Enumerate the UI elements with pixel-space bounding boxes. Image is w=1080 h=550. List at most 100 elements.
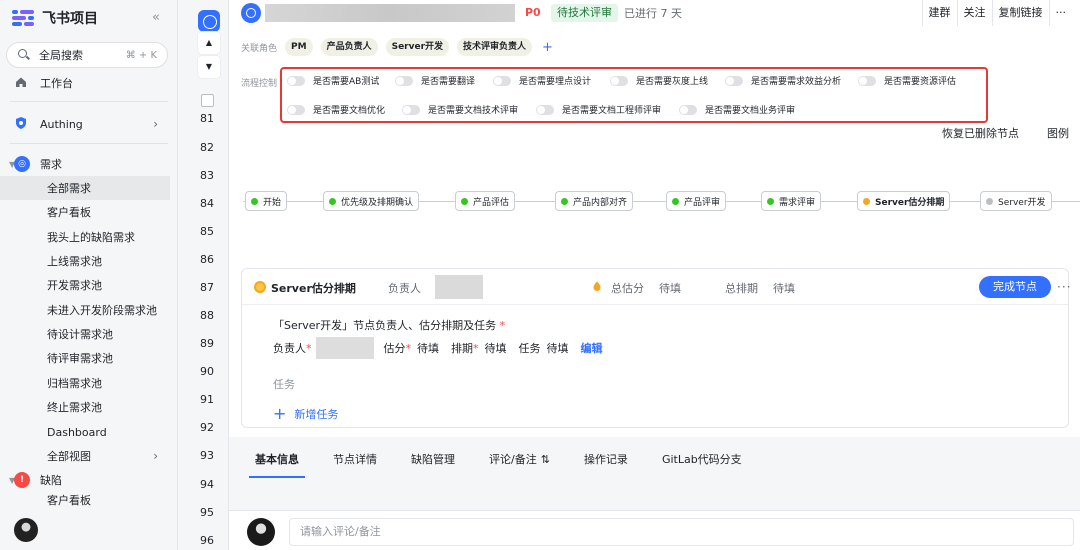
task-type-icon[interactable]: [198, 10, 220, 32]
scroll-up-icon[interactable]: ▲: [198, 32, 220, 54]
nav-group-bugs[interactable]: ▼ ! 缺陷: [0, 468, 170, 492]
tab-bug-management[interactable]: 缺陷管理: [405, 443, 461, 477]
status-badge[interactable]: 待技术评审: [551, 4, 618, 22]
row-number: 91: [200, 393, 214, 406]
search-icon: [17, 48, 31, 62]
nav-workbench[interactable]: 工作台: [0, 71, 170, 95]
toggle-label: 是否需要文档优化: [313, 106, 386, 116]
toggle-tracking-design[interactable]: 是否需要埋点设计: [493, 74, 591, 87]
required-mark: *: [473, 341, 479, 355]
nav-req-item[interactable]: 全部视图 ›: [0, 444, 170, 468]
comment-input[interactable]: 请输入评论/备注: [289, 518, 1074, 546]
toggle-switch[interactable]: [395, 75, 413, 86]
task-type-icon: [241, 3, 261, 23]
global-search[interactable]: 全局搜索 ⌘ + K: [6, 42, 168, 68]
field-schedule-value[interactable]: 待填: [485, 340, 507, 356]
pipeline-node[interactable]: 需求评审: [761, 191, 822, 211]
tab-activity-log[interactable]: 操作记录: [578, 443, 634, 477]
nav-req-item[interactable]: 开发需求池: [0, 273, 170, 297]
toggle-doc-engineer-review[interactable]: 是否需要文档工程师评审: [536, 103, 661, 116]
copy-link-button[interactable]: 复制链接: [993, 0, 1050, 26]
toggle-switch[interactable]: [610, 75, 628, 86]
toggle-benefit-analysis[interactable]: 是否需要需求效益分析: [725, 74, 841, 87]
owner-redacted[interactable]: [435, 275, 483, 299]
nav-req-item[interactable]: 待评审需求池: [0, 346, 170, 370]
nav-bug-item[interactable]: 客户看板: [0, 492, 170, 506]
pipeline-node[interactable]: Server开发: [980, 191, 1052, 211]
nav-group-requirements[interactable]: ▼ ◎ 需求: [0, 152, 170, 176]
nav-req-item[interactable]: Dashboard: [0, 420, 170, 444]
row-number: 86: [200, 253, 214, 266]
toggle-doc-tech-review[interactable]: 是否需要文档技术评审: [402, 103, 518, 116]
toggle-gray-release[interactable]: 是否需要灰度上线: [610, 74, 708, 87]
complete-node-button[interactable]: 完成节点: [979, 276, 1051, 298]
nav-req-item[interactable]: 未进入开发阶段需求池: [0, 298, 170, 322]
toggle-doc-optimize[interactable]: 是否需要文档优化: [287, 103, 385, 116]
restore-deleted-nodes-link[interactable]: 恢复已删除节点: [942, 125, 1019, 141]
legend-link[interactable]: 图例: [1047, 125, 1069, 141]
edit-fields-button[interactable]: 编辑: [581, 340, 603, 356]
more-actions-button[interactable]: ···: [1050, 0, 1073, 26]
toggle-switch[interactable]: [287, 75, 305, 86]
status-dot-icon: [561, 197, 568, 205]
toggle-translation[interactable]: 是否需要翻译: [395, 74, 475, 87]
field-schedule-label: 排期: [451, 342, 473, 355]
sidebar-divider: [10, 143, 168, 144]
toggle-label: 是否需要文档业务评审: [705, 106, 796, 116]
pipeline-node-current[interactable]: Server估分排期: [857, 191, 951, 211]
role-chip[interactable]: 技术评审负责人: [457, 38, 533, 56]
tab-node-details[interactable]: 节点详情: [327, 443, 383, 477]
toggle-ab-test[interactable]: 是否需要AB测试: [287, 74, 379, 87]
field-task-value[interactable]: 待填: [547, 340, 569, 356]
pipeline-node-label: 优先级及排期确认: [341, 197, 414, 208]
total-schedule-value[interactable]: 待填: [773, 280, 795, 296]
nav-space-authing[interactable]: Authing ›: [0, 112, 170, 136]
toggle-switch[interactable]: [679, 104, 697, 115]
nav-req-item[interactable]: 全部需求: [0, 176, 170, 200]
add-role-button[interactable]: +: [542, 40, 553, 55]
toggle-resource-eval[interactable]: 是否需要资源评估: [858, 74, 956, 87]
pipeline-node[interactable]: 开始: [245, 191, 288, 211]
role-chip[interactable]: PM: [285, 38, 313, 56]
tab-gitlab-branch[interactable]: GitLab代码分支: [656, 443, 748, 477]
create-group-button[interactable]: 建群: [923, 0, 958, 26]
select-all-checkbox[interactable]: [201, 94, 214, 107]
toggle-switch[interactable]: [858, 75, 876, 86]
pipeline-node[interactable]: 产品内部对齐: [555, 191, 634, 211]
tab-comments[interactable]: 评论/备注 ⇅: [483, 443, 556, 477]
add-task-button[interactable]: + 新增任务: [273, 404, 338, 423]
sort-icon[interactable]: ⇅: [541, 443, 550, 477]
toggle-switch[interactable]: [287, 104, 305, 115]
field-estimate-value[interactable]: 待填: [417, 340, 439, 356]
title-redacted[interactable]: [265, 4, 515, 22]
toggle-switch[interactable]: [725, 75, 743, 86]
sidebar-divider: [10, 101, 168, 102]
collapse-sidebar-icon[interactable]: «: [146, 10, 166, 28]
nav-req-item[interactable]: 归档需求池: [0, 371, 170, 395]
total-schedule-label: 总排期: [725, 282, 758, 295]
toggle-switch[interactable]: [493, 75, 511, 86]
nav-req-item[interactable]: 客户看板: [0, 200, 170, 224]
follow-button[interactable]: 关注: [958, 0, 993, 26]
brand[interactable]: 飞书项目: [12, 8, 98, 28]
priority-badge[interactable]: P0: [521, 4, 545, 22]
pipeline-node[interactable]: 产品评审: [666, 191, 727, 211]
role-chip[interactable]: Server开发: [385, 38, 450, 56]
toggle-doc-business-review[interactable]: 是否需要文档业务评审: [679, 103, 795, 116]
chevron-right-icon: ›: [153, 117, 158, 131]
tab-basic-info[interactable]: 基本信息: [249, 443, 305, 478]
pipeline-node[interactable]: 产品评估: [455, 191, 516, 211]
toggle-switch[interactable]: [402, 104, 420, 115]
nav-req-item[interactable]: 我头上的缺陷需求: [0, 225, 170, 249]
total-estimate-value[interactable]: 待填: [659, 280, 681, 296]
role-chip[interactable]: 产品负责人: [320, 38, 378, 56]
user-avatar[interactable]: [14, 518, 38, 542]
more-options-icon[interactable]: ···: [1057, 280, 1071, 294]
scroll-down-icon[interactable]: ▼: [198, 56, 220, 78]
toggle-switch[interactable]: [536, 104, 554, 115]
nav-req-item[interactable]: 上线需求池: [0, 249, 170, 273]
nav-req-item[interactable]: 终止需求池: [0, 395, 170, 419]
field-owner-redacted[interactable]: [315, 337, 374, 359]
nav-req-item[interactable]: 待设计需求池: [0, 322, 170, 346]
pipeline-node[interactable]: 优先级及排期确认: [323, 191, 420, 211]
